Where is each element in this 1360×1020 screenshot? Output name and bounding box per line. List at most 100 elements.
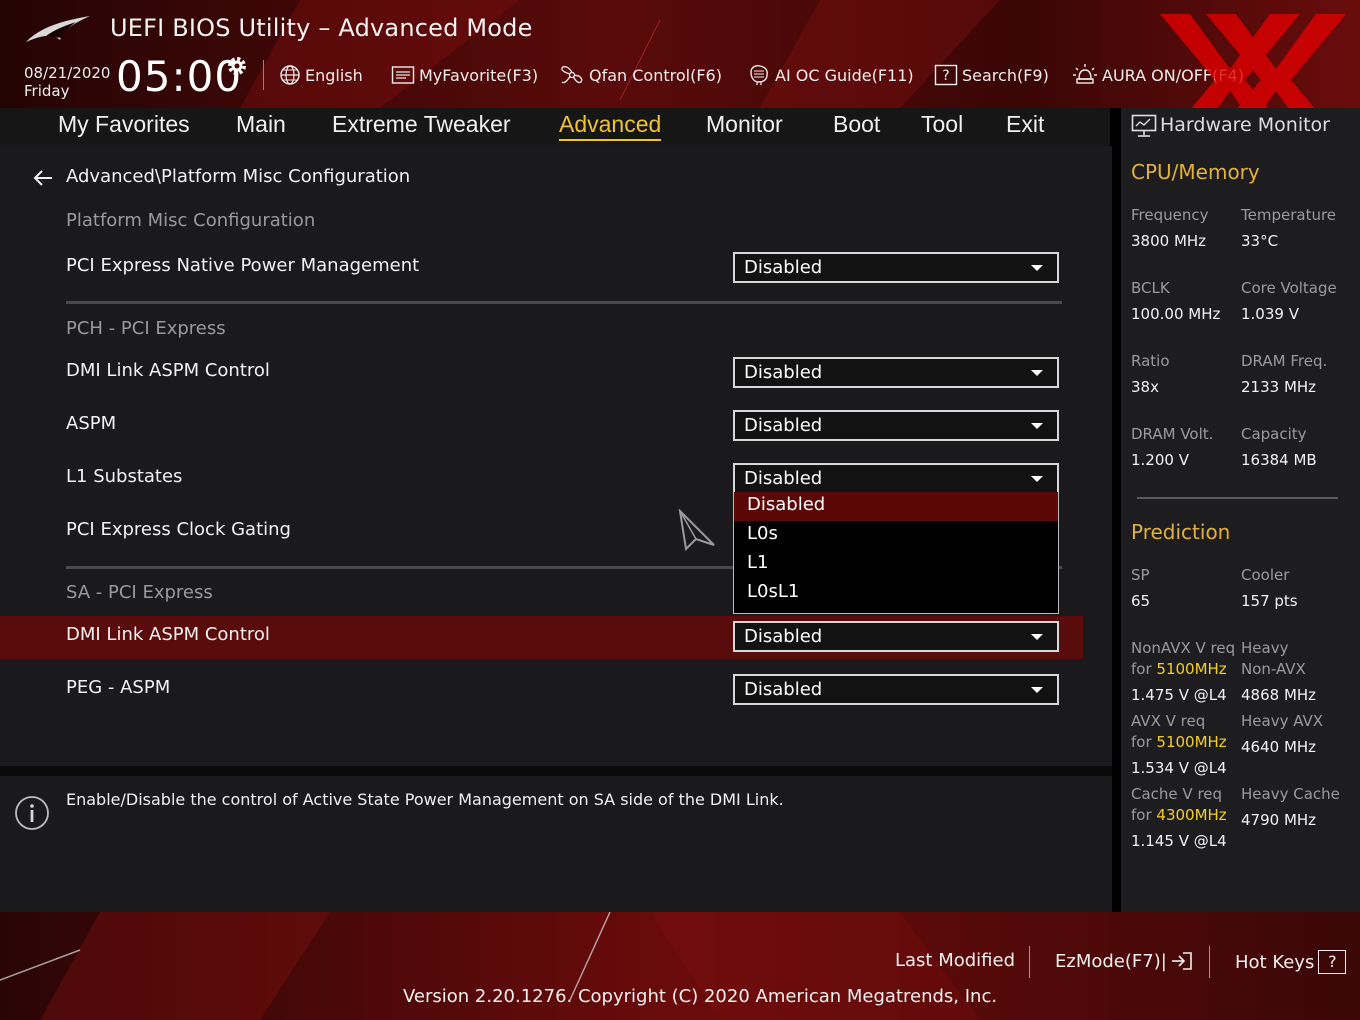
select-l1-substates[interactable]: Disabled xyxy=(733,463,1059,494)
tab-extreme-tweaker[interactable]: Extreme Tweaker xyxy=(332,111,511,138)
select-pch-dmi-link-aspm-control[interactable]: Disabled xyxy=(733,357,1059,388)
hardware-monitor-title: Hardware Monitor xyxy=(1160,114,1330,136)
ratio-label: Ratio xyxy=(1131,352,1170,370)
header-divider xyxy=(263,60,264,90)
label-peg-aspm: PEG - ASPM xyxy=(66,677,171,698)
tab-tool[interactable]: Tool xyxy=(921,111,963,138)
ezmode-button[interactable]: EzMode(F7)| xyxy=(1055,950,1195,972)
bclk-value: 100.00 MHz xyxy=(1131,305,1221,323)
cooler-label: Cooler xyxy=(1241,566,1290,584)
tab-boot[interactable]: Boot xyxy=(833,111,880,138)
language-button[interactable]: English xyxy=(279,64,363,86)
settings-panel xyxy=(0,146,1112,766)
nonavx-vreq-value: 1.475 V @L4 xyxy=(1131,686,1227,704)
hot-keys-label: Hot Keys xyxy=(1235,951,1315,973)
main-tab-bar: My Favorites Main Extreme Tweaker Advanc… xyxy=(0,108,1110,146)
nonavx-target-frequency: 5100MHz xyxy=(1156,660,1227,678)
info-icon xyxy=(15,796,49,830)
last-modified-button[interactable]: Last Modified xyxy=(895,950,1015,971)
frequency-label: Frequency xyxy=(1131,206,1209,224)
fan-icon xyxy=(561,66,583,84)
gear-icon[interactable] xyxy=(225,54,249,78)
question-mark-icon: ? xyxy=(1318,950,1347,974)
date-display: 08/21/2020 xyxy=(24,64,111,82)
heavy-cache-label: Heavy Cache xyxy=(1241,785,1340,803)
cpu-memory-section-title: CPU/Memory xyxy=(1131,160,1260,184)
section-platform-misc: Platform Misc Configuration xyxy=(66,210,316,231)
cooler-value: 157 pts xyxy=(1241,592,1298,610)
capacity-label: Capacity xyxy=(1241,425,1307,443)
breadcrumb: Advanced\Platform Misc Configuration xyxy=(66,166,411,187)
dropdown-option[interactable]: L0s xyxy=(734,521,1058,550)
help-divider xyxy=(0,766,1112,776)
dropdown-option[interactable]: Disabled xyxy=(734,492,1058,521)
dropdown-option[interactable]: L0sL1 xyxy=(734,579,1058,608)
cache-target-frequency: 4300MHz xyxy=(1156,806,1227,824)
select-aspm[interactable]: Disabled xyxy=(733,410,1059,441)
select-peg-aspm[interactable]: Disabled xyxy=(733,674,1059,705)
rog-logo-icon xyxy=(26,16,90,42)
bclk-label: BCLK xyxy=(1131,279,1170,297)
avx-vreq-label: AVX V req xyxy=(1131,712,1206,730)
heavy-nonavx-label: Heavy xyxy=(1241,639,1289,657)
aura-light-icon xyxy=(1073,64,1097,84)
footer-divider xyxy=(1029,946,1030,978)
label-sa-dmi-link-aspm-control: DMI Link ASPM Control xyxy=(66,624,270,645)
nonavx-for-line: for 5100MHz xyxy=(1131,660,1227,678)
globe-icon xyxy=(280,65,300,85)
hw-divider xyxy=(1137,497,1338,499)
search-button[interactable]: ? Search(F9) xyxy=(934,64,1049,86)
dram-freq-label: DRAM Freq. xyxy=(1241,352,1328,370)
chevron-down-icon xyxy=(1031,265,1043,271)
label-pcie-native-power-management: PCI Express Native Power Management xyxy=(66,255,420,276)
back-arrow-icon[interactable] xyxy=(32,167,54,189)
myfavorite-button[interactable]: MyFavorite(F3) xyxy=(391,64,538,86)
label-pch-dmi-link-aspm-control: DMI Link ASPM Control xyxy=(66,360,270,381)
section-divider xyxy=(66,301,1062,304)
select-value: Disabled xyxy=(744,626,823,647)
avx-vreq-value: 1.534 V @L4 xyxy=(1131,759,1227,777)
day-display: Friday xyxy=(24,82,70,100)
select-value: Disabled xyxy=(744,362,823,383)
section-pch-pci-express: PCH - PCI Express xyxy=(66,318,226,339)
dram-volt-label: DRAM Volt. xyxy=(1131,425,1214,443)
for-label: for xyxy=(1131,806,1152,824)
for-label: for xyxy=(1131,733,1152,751)
mouse-cursor-icon xyxy=(678,509,715,551)
label-aspm: ASPM xyxy=(66,413,117,434)
ai-oc-guide-button[interactable]: AI OC Guide(F11) xyxy=(747,64,914,86)
dropdown-l1-substates-options: Disabled L0s L1 L0sL1 xyxy=(733,492,1059,614)
hot-keys-button[interactable]: Hot Keys ? xyxy=(1235,950,1347,974)
chevron-down-icon xyxy=(1031,634,1043,640)
cache-for-line: for 4300MHz xyxy=(1131,806,1227,824)
tab-main[interactable]: Main xyxy=(236,111,286,138)
heavy-nonavx-value: 4868 MHz xyxy=(1241,686,1317,704)
monitor-icon xyxy=(1131,114,1157,137)
tab-exit[interactable]: Exit xyxy=(1006,111,1044,138)
select-sa-dmi-link-aspm-control[interactable]: Disabled xyxy=(733,621,1059,652)
cache-vreq-label: Cache V req xyxy=(1131,785,1223,803)
qfan-control-button[interactable]: Qfan Control(F6) xyxy=(559,64,722,86)
ratio-value: 38x xyxy=(1131,378,1159,396)
sp-value: 65 xyxy=(1131,592,1151,610)
header-bar: UEFI BIOS Utility – Advanced Mode 08/21/… xyxy=(0,0,1360,108)
tab-monitor[interactable]: Monitor xyxy=(706,111,783,138)
label-l1-substates: L1 Substates xyxy=(66,466,183,487)
heavy-avx-label: Heavy AVX xyxy=(1241,712,1324,730)
section-sa-pci-express: SA - PCI Express xyxy=(66,582,213,603)
language-label: English xyxy=(305,65,363,85)
tab-advanced[interactable]: Advanced xyxy=(559,111,662,141)
core-voltage-value: 1.039 V xyxy=(1241,305,1299,323)
chevron-down-icon xyxy=(1031,423,1043,429)
version-text: Version 2.20.1276. Copyright (C) 2020 Am… xyxy=(403,986,998,1007)
tab-my-favorites[interactable]: My Favorites xyxy=(58,111,190,138)
select-value: Disabled xyxy=(744,257,823,278)
myfavorite-label: MyFavorite(F3) xyxy=(419,65,539,85)
nonavx-vreq-label: NonAVX V req xyxy=(1131,639,1236,657)
temperature-label: Temperature xyxy=(1241,206,1337,224)
dropdown-option[interactable]: L1 xyxy=(734,550,1058,579)
chevron-down-icon xyxy=(1031,687,1043,693)
select-pcie-native-power-management[interactable]: Disabled xyxy=(733,252,1059,283)
svg-text:?: ? xyxy=(942,68,949,84)
select-value: Disabled xyxy=(744,468,823,489)
